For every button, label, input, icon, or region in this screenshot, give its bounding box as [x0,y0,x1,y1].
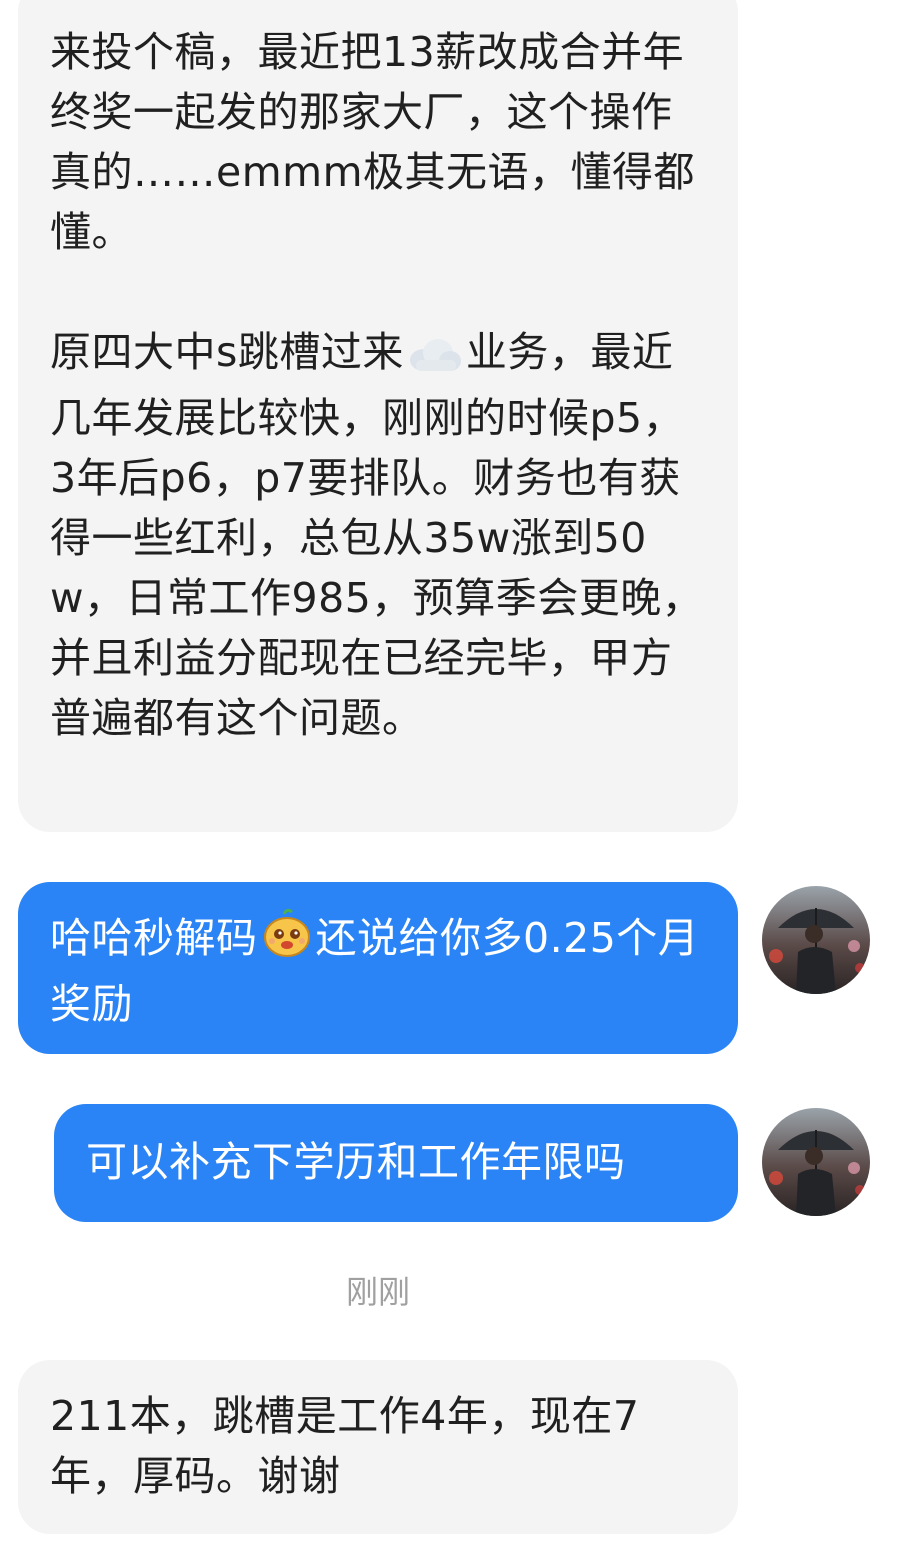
user-avatar-icon [762,886,870,994]
message-text: 可以补充下学历和工作年限吗 [86,1138,626,1186]
incoming-message-bubble[interactable]: 来投个稿，最近把13薪改成合并年终奖一起发的那家大厂，这个操作真的……emmm极… [18,0,738,832]
message-text-segment: 原四大中s跳槽过来 [50,328,404,376]
message-text: 原四大中s跳槽过来 业务，最近几年发展比较快，刚刚的时候p5，3年后p6，p7要排… [50,322,706,748]
outgoing-message-bubble[interactable]: 可以补充下学历和工作年限吗 [54,1104,738,1222]
message-text: 来投个稿，最近把13薪改成合并年终奖一起发的那家大厂，这个操作真的……emmm极… [50,28,696,256]
message-timestamp: 刚刚 [345,1273,410,1311]
avatar[interactable] [762,886,870,994]
avatar[interactable] [762,1108,870,1216]
message-text: 211本，跳槽是工作4年，现在7年，厚码。谢谢 [50,1392,640,1500]
message-text-segment: 哈哈秒解码 [50,914,258,962]
message-text-segment: 业务，最近几年发展比较快，刚刚的时候p5，3年后p6，p7要排队。财务也有获得一… [50,328,704,742]
cloud-icon [408,328,462,388]
smiling-face-sticker-icon [262,908,312,974]
user-avatar-icon [762,1108,870,1216]
incoming-message-bubble[interactable]: 211本，跳槽是工作4年，现在7年，厚码。谢谢 [18,1360,738,1534]
outgoing-message-bubble[interactable]: 哈哈秒解码 还说给你多0.25个月奖励 [18,882,738,1054]
